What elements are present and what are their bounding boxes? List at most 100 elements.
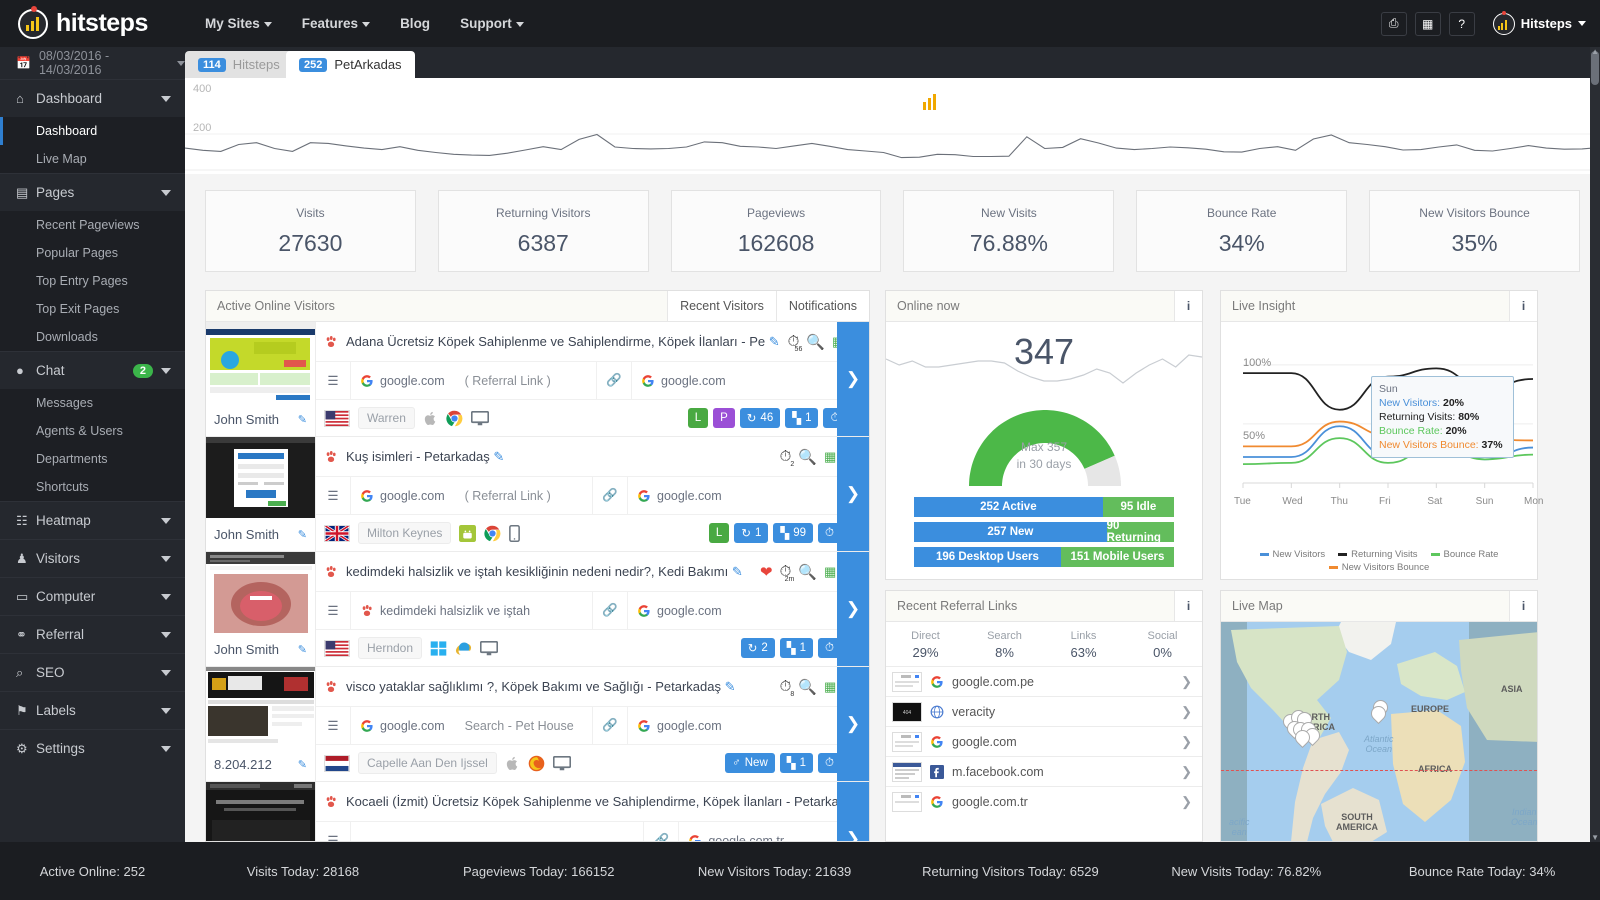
legend-item-new-visitors[interactable]: New Visitors	[1260, 549, 1326, 560]
sidebar-group-settings[interactable]: ⚙Settings	[0, 729, 185, 767]
brand-logo[interactable]: hitsteps	[0, 9, 185, 39]
tab-notifications[interactable]: Notifications	[776, 291, 869, 321]
sidebar-group-dashboard[interactable]: ⌂Dashboard	[0, 79, 185, 117]
visitor-referrer[interactable]: google.com( Referral Link )	[351, 374, 596, 388]
visitor-referrer[interactable]: kedimdeki halsizlik ve iştah	[351, 604, 592, 618]
visitor-expand-arrow[interactable]: ❯	[837, 322, 869, 436]
visitor-expand-arrow[interactable]: ❯	[837, 667, 869, 781]
info-icon[interactable]: i	[1509, 591, 1537, 621]
edit-pencil-icon[interactable]: ✎	[298, 413, 307, 426]
visitor-thumbnail-cell[interactable]: ✎	[206, 782, 316, 842]
sidebar-item-agents-users[interactable]: Agents & Users	[0, 417, 185, 445]
history-clock-icon[interactable]: ⏱8	[780, 678, 792, 695]
edit-pencil-icon[interactable]: ✎	[298, 758, 307, 771]
sidebar-item-downloads[interactable]: Downloads	[0, 323, 185, 351]
referral-row[interactable]: 404veracity❯	[886, 696, 1202, 726]
sidebar-item-popular-pages[interactable]: Popular Pages	[0, 239, 185, 267]
history-clock-icon[interactable]: ⏱56	[788, 333, 800, 350]
tab-recent-visitors[interactable]: Recent Visitors	[667, 291, 776, 321]
map-canvas[interactable]: NORTHAMERICASOUTHAMERICAEUROPEAFRICAASIA…	[1221, 622, 1537, 841]
nav-item-support[interactable]: Support	[460, 16, 524, 31]
book-icon[interactable]: ▦	[1415, 12, 1441, 36]
edit-pencil-icon[interactable]: ✎	[298, 528, 307, 541]
visitor-expand-arrow[interactable]: ❯	[837, 552, 869, 666]
scrollbar-thumb[interactable]	[1591, 51, 1599, 85]
sidebar-item-recent-pageviews[interactable]: Recent Pageviews	[0, 211, 185, 239]
scroll-up-icon[interactable]: ▲	[1591, 47, 1599, 56]
chevron-right-icon[interactable]: ❯	[1181, 704, 1192, 720]
visitor-expand-arrow[interactable]: ❯	[837, 437, 869, 551]
visitor-thumbnail-cell[interactable]: John Smith✎	[206, 437, 316, 551]
visitor-row[interactable]: John Smith✎Kuş isimleri - Petarkadaş ✎⏱2…	[206, 437, 869, 552]
sidebar-item-departments[interactable]: Departments	[0, 445, 185, 473]
sidebar-group-pages[interactable]: ▤Pages	[0, 173, 185, 211]
grid-icon[interactable]: ▦	[824, 564, 835, 580]
sidebar-group-labels[interactable]: ⚑Labels	[0, 691, 185, 729]
sidebar-item-messages[interactable]: Messages	[0, 389, 185, 417]
legend-item-returning-visits[interactable]: Returning Visits	[1338, 549, 1417, 560]
site-tab-petarkadas[interactable]: 252PetArkadas	[286, 51, 415, 78]
visitor-row[interactable]: John Smith✎Adana Ücretsiz Köpek Sahiplen…	[206, 322, 869, 437]
visitor-row[interactable]: ✎Kocaeli (İzmit) Ücretsiz Köpek Sahiplen…	[206, 782, 869, 842]
heart-icon[interactable]: ❤	[760, 563, 773, 581]
visitor-thumbnail-cell[interactable]: 8.204.212✎	[206, 667, 316, 781]
chevron-right-icon[interactable]: ❯	[1181, 764, 1192, 780]
sidebar-group-seo[interactable]: ⌕SEO	[0, 653, 185, 691]
nav-item-blog[interactable]: Blog	[400, 16, 430, 31]
sidebar-group-referral[interactable]: ⚭Referral	[0, 615, 185, 653]
visitor-referrer[interactable]: google.comSearch - Pet House	[351, 719, 592, 733]
sidebar-item-live-map[interactable]: Live Map	[0, 145, 185, 173]
chevron-right-icon[interactable]: ❯	[1181, 794, 1192, 810]
visitor-expand-arrow[interactable]: ❯	[837, 782, 869, 842]
chevron-right-icon[interactable]: ❯	[1181, 734, 1192, 750]
help-icon[interactable]: ?	[1449, 12, 1475, 36]
search-icon[interactable]: 🔍	[806, 333, 825, 351]
date-range-picker[interactable]: 📅 08/03/2016 - 14/03/2016	[0, 47, 185, 79]
visitor-link[interactable]: google.com	[628, 719, 869, 733]
legend-item-bounce-rate[interactable]: Bounce Rate	[1431, 549, 1499, 560]
sidebar-item-dashboard[interactable]: Dashboard	[0, 117, 185, 145]
referral-row[interactable]: google.com.tr❯	[886, 786, 1202, 816]
info-icon[interactable]: i	[1509, 291, 1537, 321]
history-clock-icon[interactable]: ⏱2	[780, 448, 792, 465]
sidebar-item-shortcuts[interactable]: Shortcuts	[0, 473, 185, 501]
chevron-right-icon[interactable]: ❯	[1181, 674, 1192, 690]
edit-pencil-icon[interactable]: ✎	[493, 449, 504, 464]
edit-pencil-icon[interactable]: ✎	[298, 643, 307, 656]
edit-pencil-icon[interactable]: ✎	[769, 334, 780, 349]
referral-row[interactable]: google.com❯	[886, 726, 1202, 756]
site-tab-hitsteps[interactable]: 114Hitsteps	[185, 51, 293, 78]
sidebar-group-computer[interactable]: ▭Computer	[0, 577, 185, 615]
visitor-link[interactable]: google.com	[628, 489, 869, 503]
search-icon[interactable]: 🔍	[798, 678, 817, 696]
visitor-link[interactable]: google.com	[628, 604, 869, 618]
grid-icon[interactable]: ▦	[824, 679, 835, 695]
page-scrollbar[interactable]: ▲ ▼	[1590, 47, 1600, 842]
visitor-thumbnail-cell[interactable]: John Smith✎	[206, 322, 316, 436]
visitor-thumbnail-cell[interactable]: John Smith✎	[206, 552, 316, 666]
edit-pencil-icon[interactable]: ✎	[732, 564, 743, 579]
nav-item-my-sites[interactable]: My Sites	[205, 16, 272, 31]
info-icon[interactable]: i	[1174, 291, 1202, 321]
search-icon[interactable]: 🔍	[798, 448, 817, 466]
referral-row[interactable]: google.com.pe❯	[886, 666, 1202, 696]
nav-item-features[interactable]: Features	[302, 16, 370, 31]
info-icon[interactable]: i	[1174, 591, 1202, 621]
visitor-referrer[interactable]: google.com( Referral Link )	[351, 489, 592, 503]
legend-item-new-visitors-bounce[interactable]: New Visitors Bounce	[1329, 562, 1429, 573]
sidebar-group-visitors[interactable]: ♟Visitors	[0, 539, 185, 577]
printer-icon[interactable]: ⎙	[1381, 12, 1407, 36]
grid-icon[interactable]: ▦	[824, 449, 835, 465]
sidebar-item-top-entry-pages[interactable]: Top Entry Pages	[0, 267, 185, 295]
sidebar-group-heatmap[interactable]: ☷Heatmap	[0, 501, 185, 539]
sidebar-item-top-exit-pages[interactable]: Top Exit Pages	[0, 295, 185, 323]
search-icon[interactable]: 🔍	[798, 563, 817, 581]
visitor-row[interactable]: 8.204.212✎visco yataklar sağlıklımı ?, K…	[206, 667, 869, 782]
visitor-link[interactable]: google.com	[632, 374, 870, 388]
history-clock-icon[interactable]: ⏱2m	[780, 563, 792, 580]
scroll-down-icon[interactable]: ▼	[1591, 833, 1599, 842]
user-menu[interactable]: Hitsteps	[1493, 13, 1586, 35]
edit-pencil-icon[interactable]: ✎	[725, 679, 736, 694]
referral-row[interactable]: m.facebook.com❯	[886, 756, 1202, 786]
sidebar-group-chat[interactable]: ●Chat2	[0, 351, 185, 389]
